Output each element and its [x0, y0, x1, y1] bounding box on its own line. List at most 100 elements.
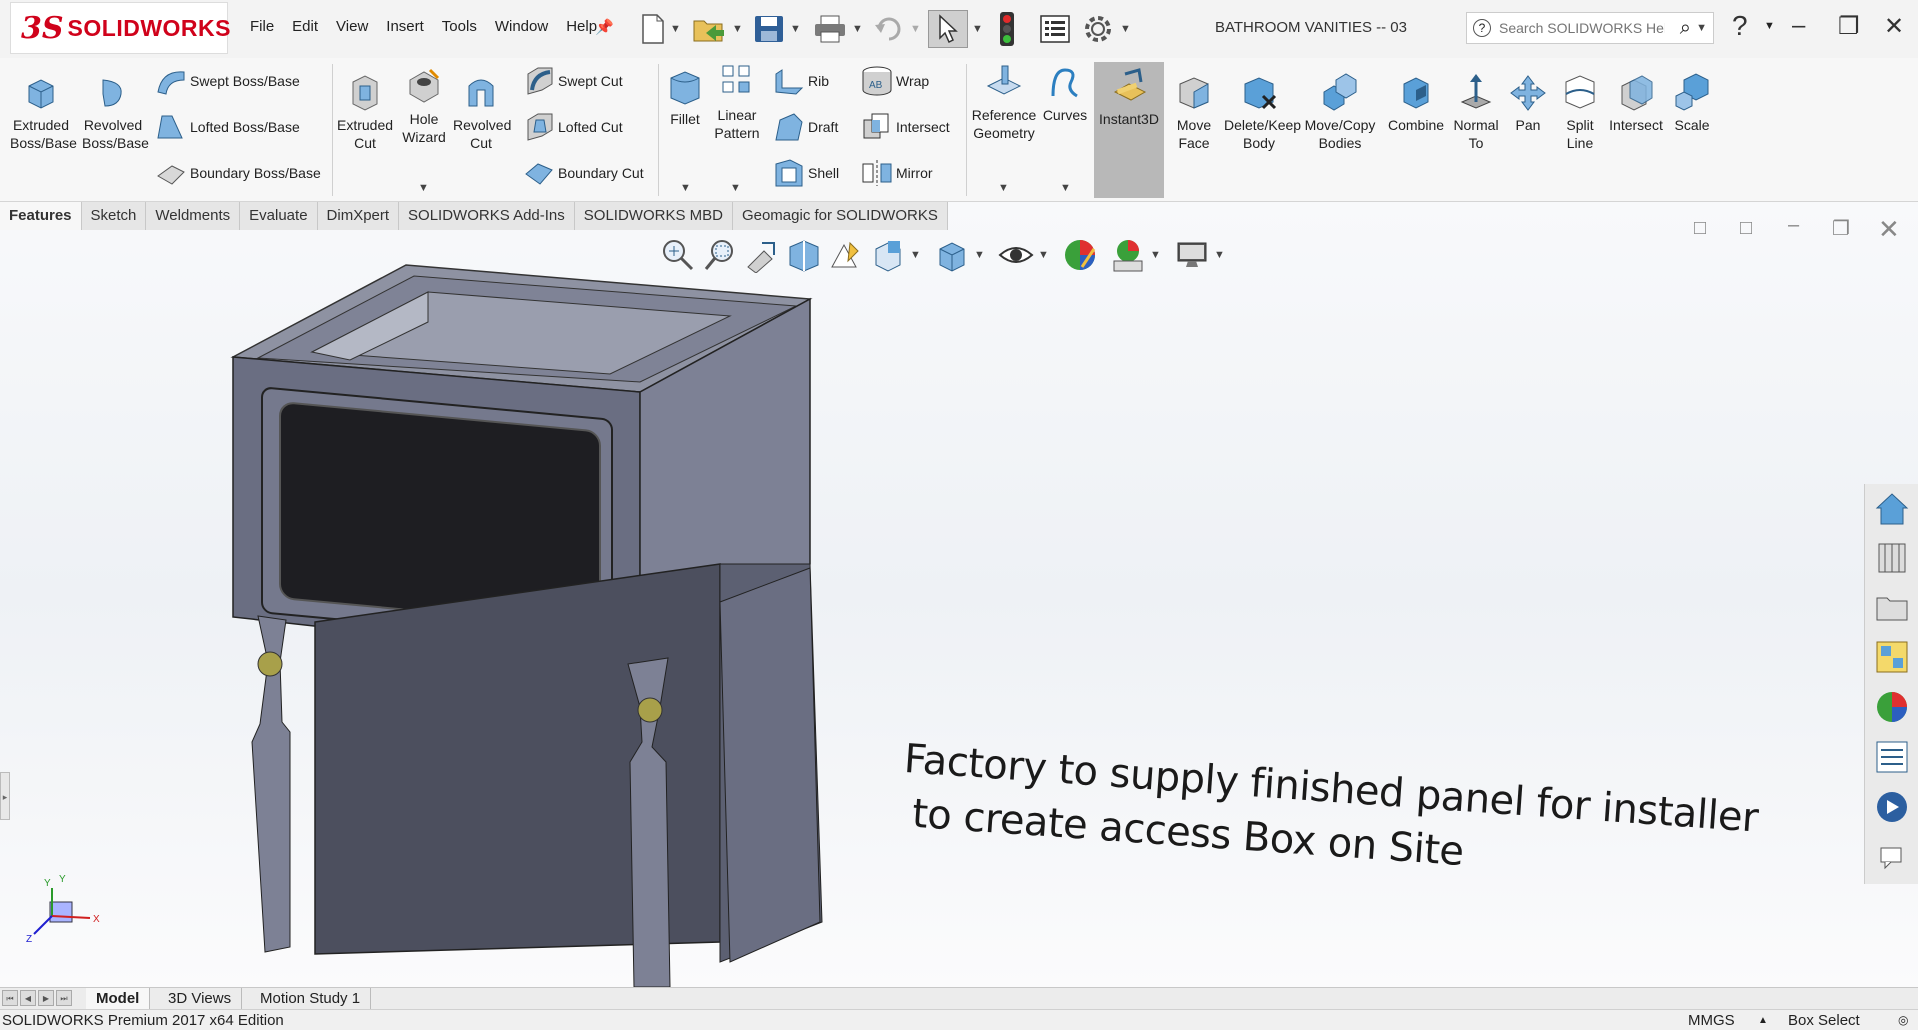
reference-geometry-dropdown-icon[interactable]: ▼ [998, 182, 1009, 194]
tab-dimxpert[interactable]: DimXpert [317, 202, 400, 230]
close-window-icon[interactable]: ✕ [1884, 12, 1904, 41]
previous-view-icon[interactable] [744, 237, 780, 273]
swept-cut-button[interactable]: Swept Cut [522, 64, 623, 98]
options-dropdown-icon[interactable]: ▼ [1120, 10, 1131, 48]
help-icon[interactable]: ? [1732, 10, 1748, 42]
dynamic-annotation-views-icon[interactable] [828, 237, 864, 273]
boundary-boss-button[interactable]: Boundary Boss/Base [154, 156, 321, 190]
doc-minimize-icon[interactable]: – [1788, 214, 1799, 237]
pan-button[interactable]: Pan [1504, 72, 1552, 134]
new-document-icon[interactable] [638, 10, 668, 48]
search-dropdown-icon[interactable]: ▼ [1696, 22, 1707, 34]
custom-properties-icon[interactable] [1873, 738, 1911, 776]
menu-file[interactable]: File [250, 18, 274, 35]
section-view-icon[interactable] [786, 237, 822, 273]
feature-manager-expand-handle[interactable]: ▸ [0, 772, 10, 820]
boundary-cut-button[interactable]: Boundary Cut [522, 156, 644, 190]
help-dropdown-icon[interactable]: ▼ [1764, 20, 1775, 32]
view-palette-icon[interactable] [1873, 638, 1911, 676]
tab-evaluate[interactable]: Evaluate [240, 202, 318, 230]
solidworks-forum-icon[interactable] [1873, 788, 1911, 826]
menu-insert[interactable]: Insert [386, 18, 424, 35]
menu-tools[interactable]: Tools [442, 18, 477, 35]
view-orientation-dropdown-icon[interactable]: ▼ [910, 249, 921, 261]
undo-dropdown-icon[interactable]: ▼ [910, 10, 921, 48]
new-dropdown-icon[interactable]: ▼ [670, 10, 681, 48]
tab-solidworks-add-ins[interactable]: SOLIDWORKS Add-Ins [399, 202, 575, 230]
file-properties-icon[interactable] [1038, 10, 1072, 48]
tile-vertical-icon[interactable]: □ [1740, 217, 1752, 240]
apply-scene-icon[interactable] [1110, 237, 1146, 273]
hole-wizard-button[interactable]: Hole Wizard [396, 66, 452, 146]
swept-boss-button[interactable]: Swept Boss/Base [154, 64, 300, 98]
move-copy-bodies-button[interactable]: Move/Copy Bodies [1300, 72, 1380, 152]
move-face-button[interactable]: Move Face [1166, 72, 1222, 152]
menu-window[interactable]: Window [495, 18, 548, 35]
undo-icon[interactable] [872, 10, 906, 48]
next-tab-arrow-icon[interactable]: ▶ [38, 990, 54, 1006]
intersect-button[interactable]: Intersect [860, 110, 950, 144]
appearances-scenes-icon[interactable] [1873, 688, 1911, 726]
graphics-area[interactable]: Y Y X Z Factory to supply finished panel… [0, 202, 1918, 987]
prev-tab-arrow-icon[interactable]: ◀ [20, 990, 36, 1006]
fillet-dropdown-icon[interactable]: ▼ [680, 182, 691, 194]
edit-appearance-icon[interactable] [1062, 237, 1098, 273]
apply-scene-dropdown-icon[interactable]: ▼ [1150, 249, 1161, 261]
tile-horizontal-icon[interactable]: □ [1694, 217, 1706, 240]
zoom-to-area-icon[interactable] [702, 237, 738, 273]
search-input[interactable] [1497, 19, 1667, 37]
doc-restore-icon[interactable]: ❐ [1832, 216, 1850, 241]
shell-button[interactable]: Shell [772, 156, 839, 190]
help-search-box[interactable]: ? ⌕ ▼ [1466, 12, 1714, 44]
split-line-button[interactable]: Split Line [1556, 72, 1604, 152]
curves-button[interactable]: Curves [1040, 62, 1090, 124]
tab-weldments[interactable]: Weldments [146, 202, 241, 230]
open-document-icon[interactable] [692, 10, 728, 48]
normal-to-button[interactable]: Normal To [1448, 72, 1504, 152]
scale-button[interactable]: Scale [1668, 72, 1716, 134]
solidworks-resources-home-icon[interactable] [1873, 490, 1911, 528]
file-explorer-folder-icon[interactable] [1873, 588, 1911, 626]
pin-menu-icon[interactable]: 📌 [595, 18, 614, 36]
instant3d-button[interactable]: Instant3D [1094, 62, 1164, 198]
wrap-button[interactable]: AB Wrap [860, 64, 929, 98]
menu-view[interactable]: View [336, 18, 368, 35]
feedback-chat-icon[interactable] [1873, 838, 1911, 876]
hide-show-items-eye-icon[interactable] [998, 237, 1034, 273]
tab-model[interactable]: Model [86, 988, 151, 1010]
combine-button[interactable]: Combine [1384, 72, 1448, 134]
extruded-cut-button[interactable]: Extruded Cut [334, 72, 396, 152]
rebuild-traffic-light-icon[interactable] [996, 10, 1018, 48]
unit-system-arrow-icon[interactable]: ▲ [1758, 1010, 1768, 1031]
display-style-dropdown-icon[interactable]: ▼ [974, 249, 985, 261]
linear-pattern-button[interactable]: Linear Pattern [708, 62, 766, 142]
tab-geomagic[interactable]: Geomagic for SOLIDWORKS [732, 202, 948, 230]
tab-motion-study-1[interactable]: Motion Study 1 [250, 988, 372, 1010]
print-icon[interactable] [812, 10, 848, 48]
tab-sketch[interactable]: Sketch [81, 202, 147, 230]
pattern-dropdown-icon[interactable]: ▼ [730, 182, 741, 194]
tab-features[interactable]: Features [0, 202, 82, 230]
reference-geometry-button[interactable]: Reference Geometry [968, 62, 1040, 142]
menu-edit[interactable]: Edit [292, 18, 318, 35]
design-library-icon[interactable] [1873, 538, 1911, 576]
hide-show-dropdown-icon[interactable]: ▼ [1038, 249, 1049, 261]
intersect-button-2[interactable]: Intersect [1604, 72, 1668, 134]
lofted-cut-button[interactable]: Lofted Cut [522, 110, 623, 144]
restore-window-icon[interactable]: ❐ [1838, 12, 1860, 41]
view-settings-dropdown-icon[interactable]: ▼ [1214, 249, 1225, 261]
curves-dropdown-icon[interactable]: ▼ [1060, 182, 1071, 194]
rib-button[interactable]: Rib [772, 64, 829, 98]
lofted-boss-button[interactable]: Lofted Boss/Base [154, 110, 300, 144]
first-tab-arrow-icon[interactable]: ⏮ [2, 990, 18, 1006]
minimize-window-icon[interactable]: – [1792, 12, 1805, 40]
draft-button[interactable]: Draft [772, 110, 838, 144]
select-dropdown-icon[interactable]: ▼ [972, 10, 983, 48]
select-cursor-icon[interactable] [928, 10, 968, 48]
unit-system[interactable]: MMGS [1688, 1010, 1735, 1031]
menu-help[interactable]: Help [566, 18, 597, 35]
hole-wizard-dropdown-icon[interactable]: ▼ [418, 182, 429, 194]
mirror-button[interactable]: Mirror [860, 156, 933, 190]
print-dropdown-icon[interactable]: ▼ [852, 10, 863, 48]
view-settings-monitor-icon[interactable] [1174, 237, 1210, 273]
